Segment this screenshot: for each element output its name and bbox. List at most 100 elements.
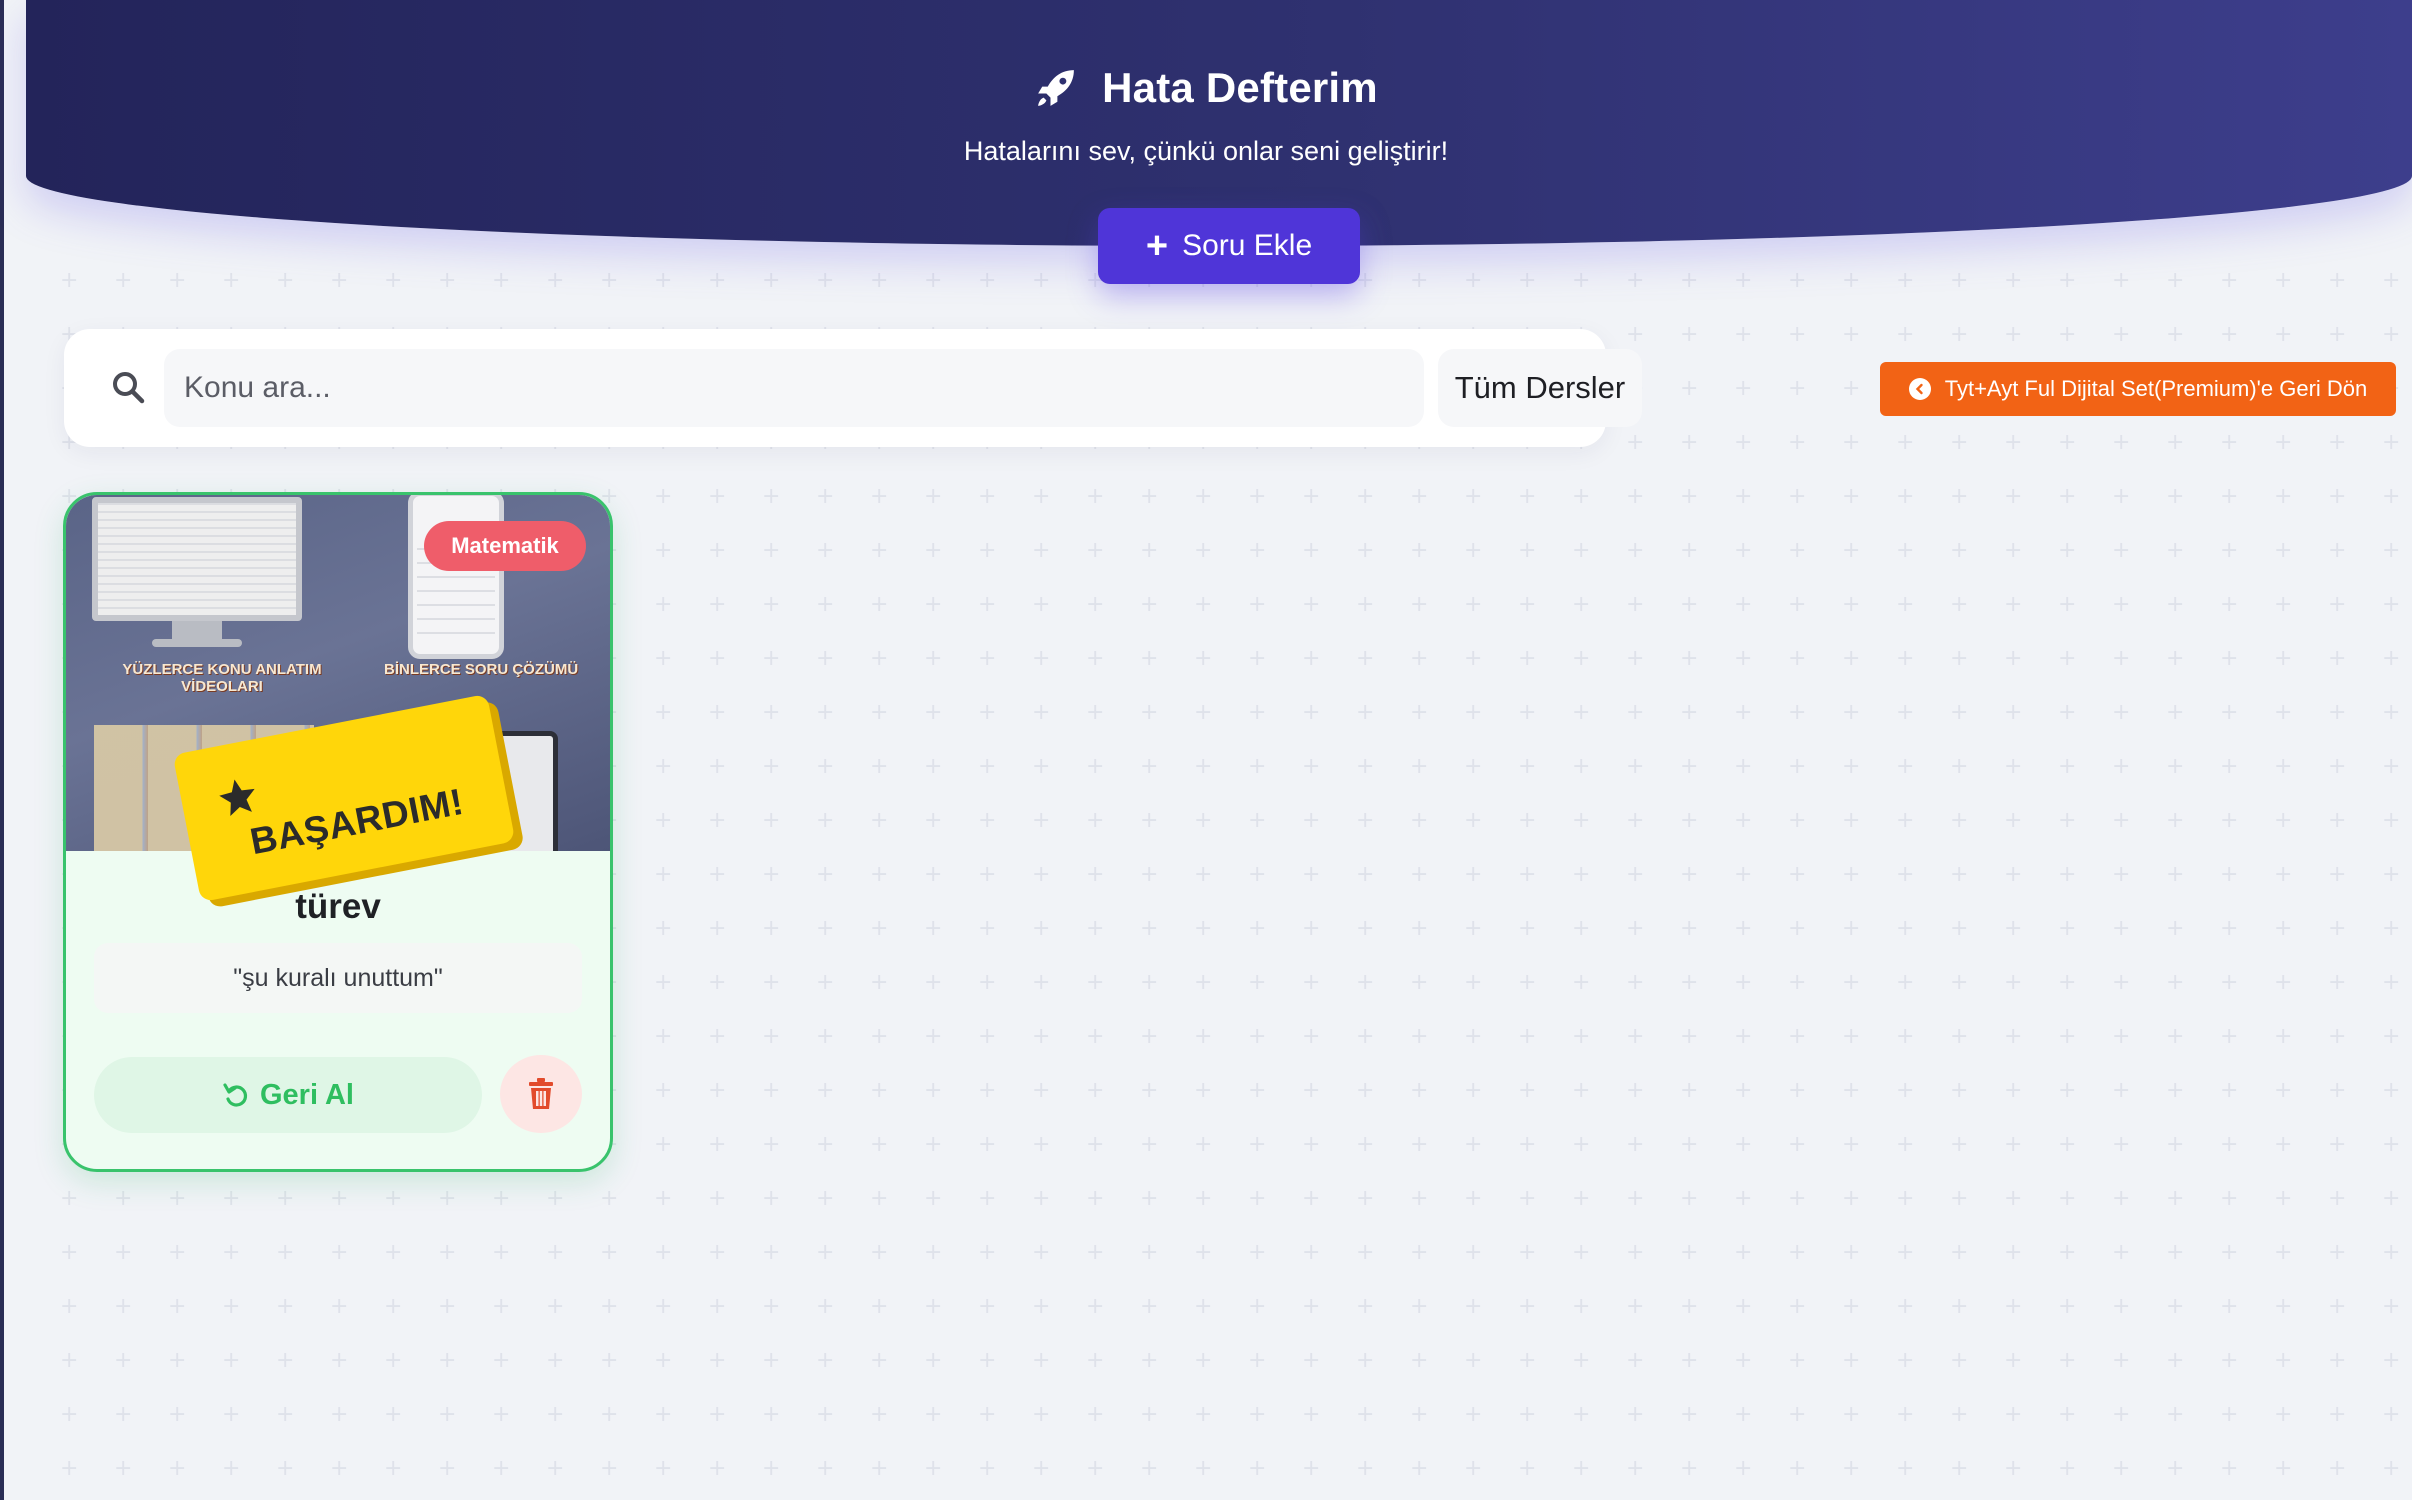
pattern-plus: + [1842, 1294, 1861, 1319]
pattern-plus: + [1572, 592, 1591, 617]
question-card[interactable]: YÜZLERCE KONU ANLATIM VİDEOLARI BİNLERCE… [63, 492, 613, 1172]
pattern-plus: + [816, 484, 835, 509]
pattern-plus: + [1680, 754, 1699, 779]
pattern-plus: + [1518, 484, 1537, 509]
pattern-plus: + [1140, 538, 1159, 563]
pattern-plus: + [1302, 1024, 1321, 1049]
pattern-plus: + [870, 1402, 889, 1427]
pattern-plus: + [1356, 916, 1375, 941]
pattern-plus: + [384, 268, 403, 293]
pattern-plus: + [2382, 970, 2401, 995]
pattern-plus: + [1626, 1132, 1645, 1157]
pattern-plus: + [2220, 1078, 2239, 1103]
pattern-plus: + [1410, 916, 1429, 941]
pattern-plus: + [2166, 1456, 2185, 1481]
pattern-plus: + [978, 646, 997, 671]
pattern-plus: + [2112, 1402, 2131, 1427]
add-question-button[interactable]: + Soru Ekle [1098, 208, 1360, 284]
pattern-plus: + [2112, 1240, 2131, 1265]
pattern-plus: + [1086, 916, 1105, 941]
pattern-plus: + [870, 592, 889, 617]
pattern-plus: + [924, 808, 943, 833]
pattern-plus: + [2058, 1024, 2077, 1049]
pattern-plus: + [1518, 1132, 1537, 1157]
pattern-plus: + [1518, 808, 1537, 833]
pattern-plus: + [2274, 322, 2293, 347]
pattern-plus: + [2166, 700, 2185, 725]
pattern-plus: + [2328, 1402, 2347, 1427]
undo-button[interactable]: Geri Al [94, 1057, 482, 1133]
pattern-plus: + [978, 1240, 997, 1265]
pattern-plus: + [1032, 1240, 1051, 1265]
pattern-plus: + [2274, 754, 2293, 779]
pattern-plus: + [1302, 1132, 1321, 1157]
pattern-plus: + [1734, 1024, 1753, 1049]
delete-button[interactable] [500, 1055, 582, 1133]
pattern-plus: + [1842, 538, 1861, 563]
pattern-plus: + [1464, 862, 1483, 887]
image-caption-right: BİNLERCE SORU ÇÖZÜMÜ [384, 661, 579, 678]
pattern-plus: + [816, 700, 835, 725]
pattern-plus: + [870, 1240, 889, 1265]
pattern-plus: + [546, 1402, 565, 1427]
pattern-plus: + [2166, 646, 2185, 671]
pattern-plus: + [2382, 268, 2401, 293]
pattern-plus: + [870, 1348, 889, 1373]
pattern-plus: + [1464, 592, 1483, 617]
pattern-plus: + [1086, 1402, 1105, 1427]
pattern-plus: + [2166, 808, 2185, 833]
pattern-plus: + [1788, 1024, 1807, 1049]
subject-filter-select[interactable]: Tüm Dersler [1438, 349, 1642, 427]
achievement-label: BAŞARDIM! [246, 780, 467, 863]
pattern-plus: + [1788, 808, 1807, 833]
pattern-plus: + [1032, 1024, 1051, 1049]
pattern-plus: + [1896, 1132, 1915, 1157]
pattern-plus: + [2274, 1078, 2293, 1103]
pattern-plus: + [762, 916, 781, 941]
pattern-plus: + [1248, 862, 1267, 887]
pattern-plus: + [1464, 808, 1483, 833]
pattern-plus: + [1356, 862, 1375, 887]
pattern-plus: + [1248, 538, 1267, 563]
pattern-plus: + [2112, 1348, 2131, 1373]
pattern-plus: + [2058, 430, 2077, 455]
pattern-plus: + [870, 1186, 889, 1211]
pattern-plus: + [1734, 592, 1753, 617]
pattern-plus: + [1464, 1402, 1483, 1427]
pattern-plus: + [1086, 970, 1105, 995]
pattern-plus: + [1302, 1456, 1321, 1481]
pattern-plus: + [1626, 322, 1645, 347]
pattern-plus: + [1626, 430, 1645, 455]
pattern-plus: + [2004, 1186, 2023, 1211]
pattern-plus: + [1788, 484, 1807, 509]
back-to-set-button[interactable]: Tyt+Ayt Ful Dijital Set(Premium)'e Geri … [1880, 362, 2396, 416]
pattern-plus: + [654, 1348, 673, 1373]
pattern-plus: + [1410, 1024, 1429, 1049]
pattern-plus: + [1896, 1186, 1915, 1211]
pattern-plus: + [654, 970, 673, 995]
pattern-plus: + [1842, 1240, 1861, 1265]
pattern-plus: + [762, 646, 781, 671]
pattern-plus: + [1032, 646, 1051, 671]
pattern-plus: + [1356, 1186, 1375, 1211]
pattern-plus: + [1410, 700, 1429, 725]
pattern-plus: + [2382, 1402, 2401, 1427]
pattern-plus: + [1086, 1024, 1105, 1049]
pattern-plus: + [1518, 1186, 1537, 1211]
search-panel: Tüm Dersler [64, 329, 1642, 447]
pattern-plus: + [1194, 484, 1213, 509]
pattern-plus: + [924, 862, 943, 887]
pattern-plus: + [762, 754, 781, 779]
star-icon [219, 779, 255, 817]
card-note: "şu kuralı unuttum" [94, 943, 582, 1013]
pattern-plus: + [1248, 1024, 1267, 1049]
pattern-plus: + [1788, 862, 1807, 887]
pattern-plus: + [708, 1078, 727, 1103]
pattern-plus: + [870, 754, 889, 779]
pattern-plus: + [978, 1186, 997, 1211]
pattern-plus: + [1680, 592, 1699, 617]
search-input[interactable] [164, 349, 1424, 427]
pattern-plus: + [168, 1402, 187, 1427]
pattern-plus: + [2058, 1132, 2077, 1157]
pattern-plus: + [1734, 1456, 1753, 1481]
